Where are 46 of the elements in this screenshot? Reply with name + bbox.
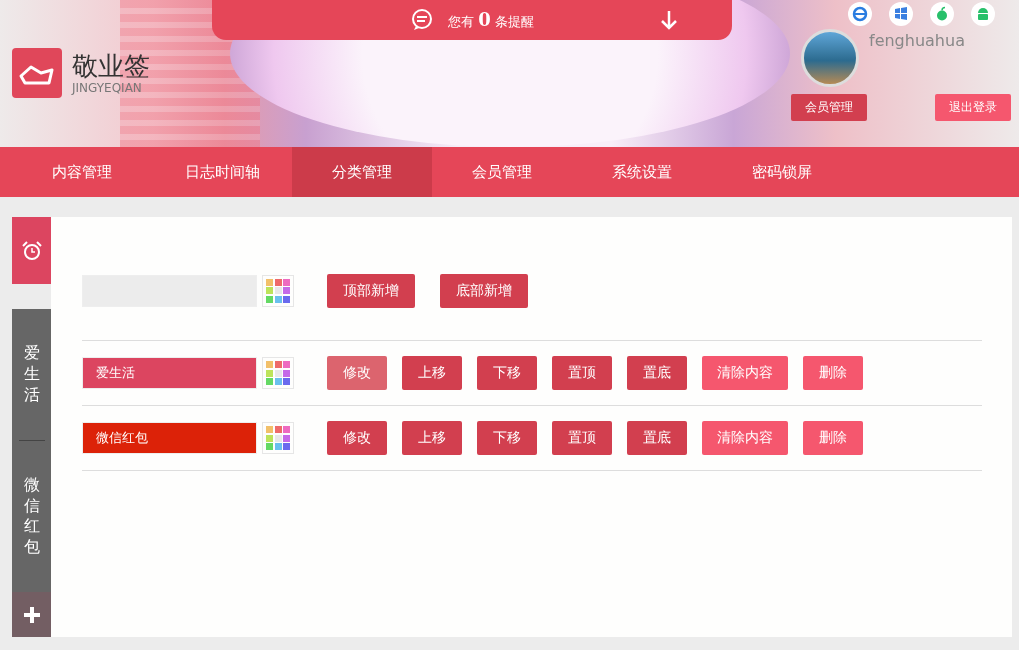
down-arrow-icon[interactable]	[660, 10, 678, 30]
category-action-button[interactable]: 删除	[803, 421, 863, 455]
reminder-bar[interactable]: 您有 0 条提醒	[212, 0, 732, 40]
category-action-button[interactable]: 置底	[627, 421, 687, 455]
add-category-button[interactable]: 顶部新增	[327, 273, 415, 308]
browser-e-icon[interactable]	[848, 2, 872, 26]
category-action-button[interactable]: 清除内容	[702, 421, 788, 455]
nav-tab[interactable]: 会员管理	[432, 147, 572, 197]
category-action-button[interactable]: 置顶	[552, 421, 612, 455]
plus-icon	[22, 605, 41, 624]
logout-button[interactable]: 退出登录	[935, 94, 1011, 121]
sidebar-category[interactable]: 爱生活	[23, 343, 40, 406]
color-palette-icon[interactable]	[262, 274, 294, 307]
nav-tab[interactable]: 系统设置	[572, 147, 712, 197]
color-palette-icon[interactable]	[262, 357, 294, 389]
category-name-field[interactable]: 爱生活	[82, 357, 257, 389]
category-action-button[interactable]: 上移	[402, 421, 462, 455]
apple-icon[interactable]	[930, 2, 954, 26]
nav-tab[interactable]: 分类管理	[292, 147, 432, 197]
sidebar-category[interactable]: 微信红包	[23, 474, 40, 558]
category-action-button[interactable]: 修改	[327, 356, 387, 390]
add-category-button[interactable]	[12, 592, 51, 637]
category-action-button[interactable]: 修改	[327, 421, 387, 455]
category-action-button[interactable]: 置顶	[552, 356, 612, 390]
nav-tab[interactable]: 日志时间轴	[152, 147, 292, 197]
logo-subtitle: JINGYEQIAN	[72, 81, 143, 95]
category-action-button[interactable]: 置底	[627, 356, 687, 390]
alarm-tab[interactable]	[12, 217, 51, 285]
color-palette-icon[interactable]	[262, 422, 294, 454]
category-action-button[interactable]: 删除	[803, 356, 863, 390]
alarm-clock-icon	[20, 239, 43, 262]
add-category-button[interactable]: 底部新增	[440, 273, 528, 308]
category-action-button[interactable]: 上移	[402, 356, 462, 390]
nav-tab[interactable]: 密码锁屏	[712, 147, 852, 197]
windows-icon[interactable]	[889, 2, 913, 26]
username: fenghuahua	[869, 31, 965, 50]
member-management-button[interactable]: 会员管理	[791, 94, 867, 121]
category-action-button[interactable]: 下移	[477, 421, 537, 455]
category-name-field[interactable]: 微信红包	[82, 422, 257, 454]
category-action-button[interactable]: 清除内容	[702, 356, 788, 390]
reminder-text: 您有 0 条提醒	[448, 9, 534, 31]
category-action-button[interactable]: 下移	[477, 356, 537, 390]
boat-logo-icon	[12, 48, 62, 98]
chat-bubble-icon	[410, 8, 435, 32]
nav-tab[interactable]: 内容管理	[12, 147, 152, 197]
logo-title: 敬业签	[72, 51, 150, 81]
